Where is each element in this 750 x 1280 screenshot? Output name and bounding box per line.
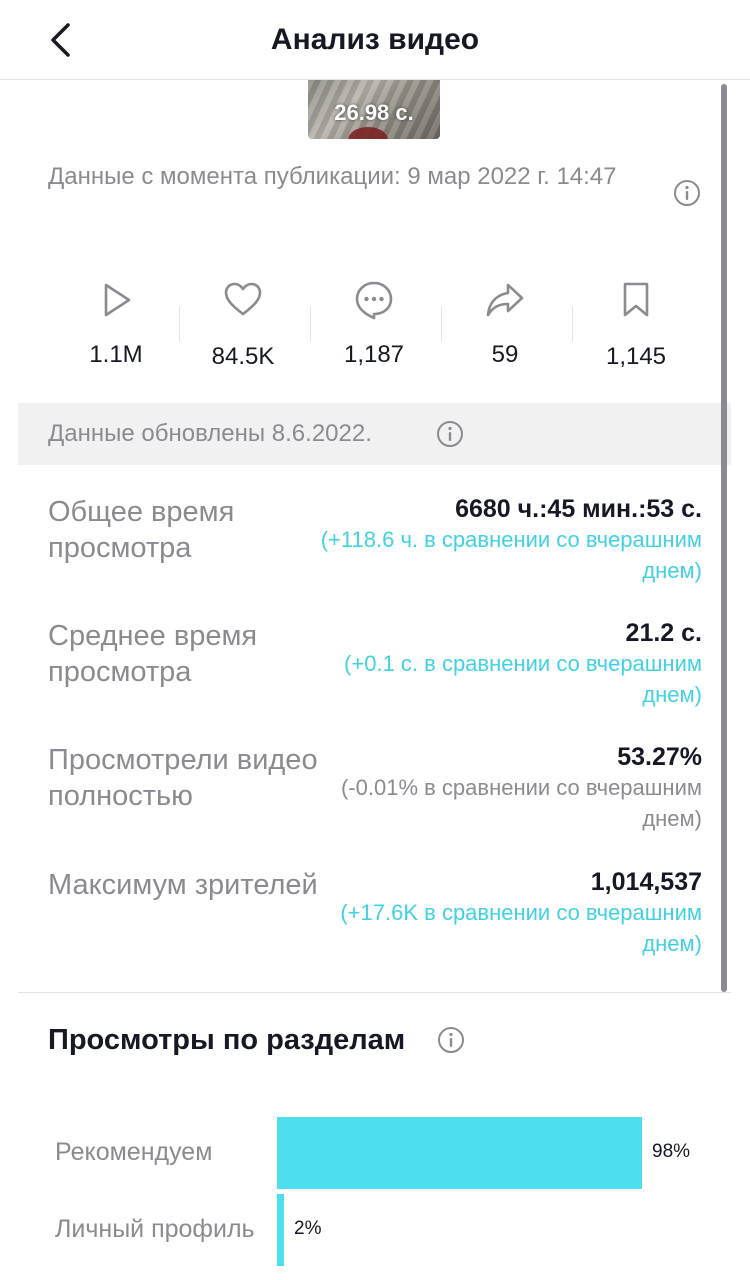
shares-count: 59 — [491, 341, 519, 368]
video-thumbnail[interactable]: 26.98 с. — [308, 80, 440, 139]
traffic-source-percent: 2% — [294, 1218, 322, 1239]
metric-average-watch-time: Среднее время просмотра 21.2 с. (+0.1 с.… — [48, 618, 702, 718]
section-divider — [18, 992, 731, 993]
shares-stat: 59 — [440, 280, 570, 370]
engagement-stats: 1.1M 84.5K 1,187 59 1,145 — [50, 280, 702, 370]
likes-count: 84.5K — [211, 343, 275, 370]
traffic-source-label: Рекомендуем — [55, 1138, 213, 1166]
metric-value: 6680 ч.:45 мин.:53 с. — [455, 495, 702, 523]
top-bar: Анализ видео — [0, 0, 750, 80]
metric-max-viewers: Максимум зрителей 1,014,537 (+17.6K в ср… — [48, 867, 702, 967]
comment-icon — [355, 281, 393, 320]
traffic-source-label: Личный профиль — [55, 1215, 255, 1243]
metric-value: 53.27% — [617, 743, 702, 771]
traffic-source-row: Рекомендуем 98% — [55, 1117, 705, 1189]
page-title: Анализ видео — [270, 23, 480, 56]
play-icon — [104, 283, 131, 317]
info-icon[interactable] — [437, 1026, 465, 1054]
comments-stat: 1,187 — [309, 280, 439, 370]
comments-count: 1,187 — [343, 341, 405, 368]
traffic-source-bar — [277, 1194, 284, 1266]
traffic-source-row: Личный профиль 2% — [55, 1194, 705, 1266]
metric-value: 1,014,537 — [590, 868, 702, 896]
traffic-source-bar — [277, 1117, 642, 1189]
views-count: 1.1M — [89, 341, 143, 368]
data-updated-text: Данные обновлены 8.6.2022. — [48, 420, 372, 447]
likes-stat: 84.5K — [178, 280, 308, 370]
info-icon[interactable] — [673, 179, 701, 207]
metric-watched-full: Просмотрели видео полностью 53.27% (-0.0… — [48, 742, 702, 842]
metric-delta: (+118.6 ч. в сравнении со вчерашним днем… — [320, 527, 702, 583]
metric-total-watch-time: Общее время просмотра 6680 ч.:45 мин.:53… — [48, 494, 702, 594]
traffic-source-percent: 98% — [652, 1141, 691, 1162]
scrollbar[interactable] — [721, 84, 727, 992]
section-title: Просмотры по разделам — [48, 1024, 406, 1056]
data-updated-banner: Данные обновлены 8.6.2022. — [18, 403, 731, 465]
info-icon[interactable] — [436, 420, 464, 448]
publication-date-text: Данные с момента публикации: 9 мар 2022 … — [48, 163, 617, 190]
metric-delta: (+17.6K в сравнении со вчерашним днем) — [340, 900, 702, 956]
heart-icon — [224, 282, 262, 316]
bookmark-icon — [623, 282, 649, 317]
saves-count: 1,145 — [605, 343, 667, 370]
metric-value: 21.2 с. — [625, 619, 702, 647]
metric-delta: (-0.01% в сравнении со вчерашним днем) — [340, 775, 702, 831]
saves-stat: 1,145 — [571, 280, 701, 370]
share-icon — [486, 283, 524, 317]
metric-delta: (+0.1 с. в сравнении со вчерашним днем) — [344, 651, 702, 707]
views-stat: 1.1M — [51, 280, 181, 370]
video-duration: 26.98 с. — [334, 100, 414, 125]
